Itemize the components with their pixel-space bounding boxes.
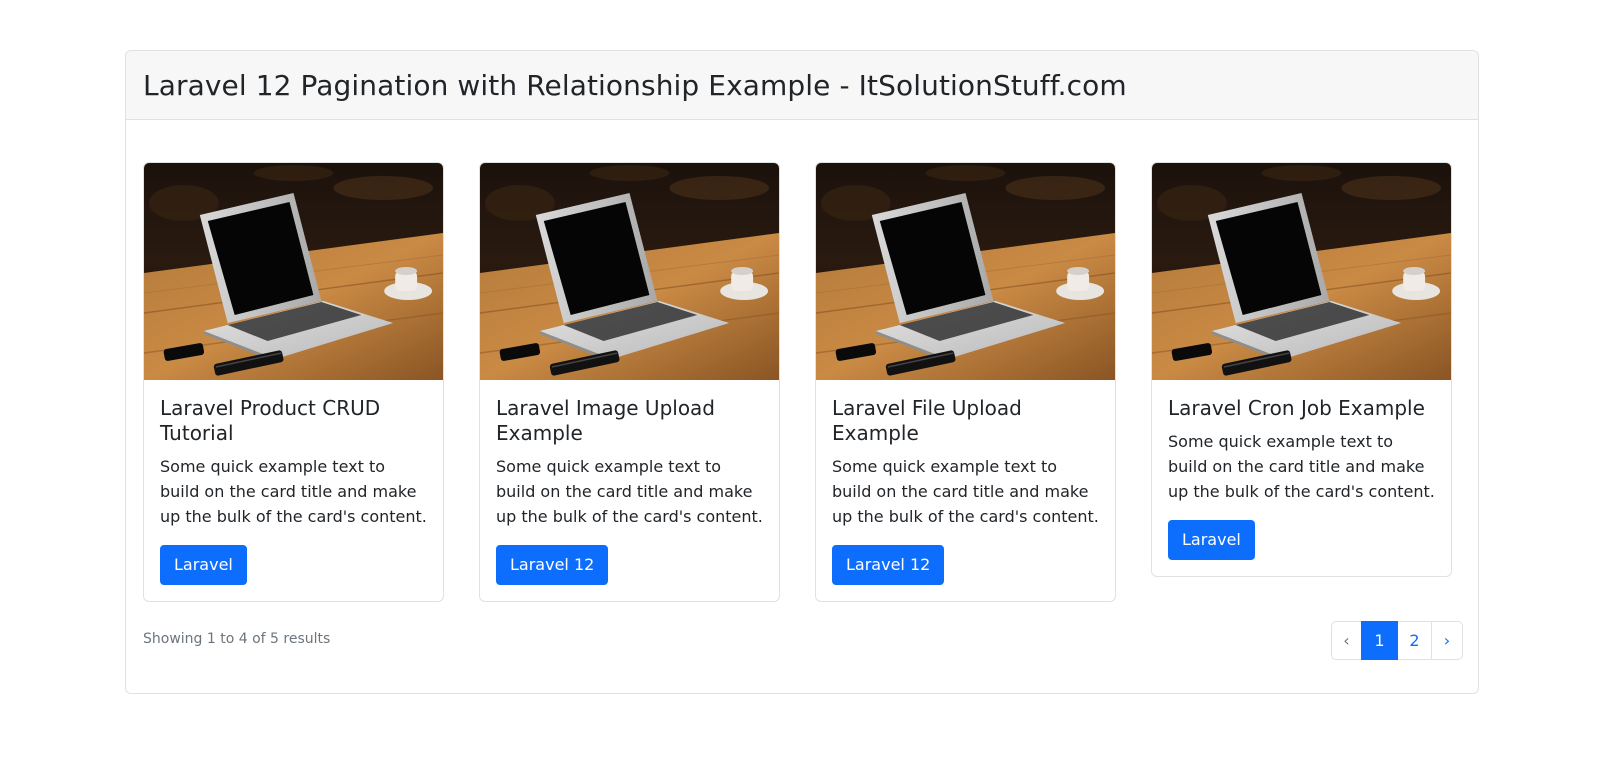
card-image (144, 163, 443, 380)
post-card: Laravel Cron Job Example Some quick exam… (1151, 162, 1452, 577)
page-2-button[interactable]: 2 (1397, 621, 1432, 660)
card-text: Some quick example text to build on the … (496, 457, 763, 526)
results-count: Showing 1 to 4 of 5 results (143, 631, 331, 647)
post-card: Laravel Product CRUD Tutorial Some quick… (143, 162, 444, 602)
card-body: Laravel File Upload Example Some quick e… (816, 380, 1115, 601)
post-card: Laravel Image Upload Example Some quick … (479, 162, 780, 602)
card-header: Laravel 12 Pagination with Relationship … (126, 51, 1478, 120)
category-button[interactable]: Laravel 12 (496, 545, 609, 585)
card-image (816, 163, 1115, 380)
card-title: Laravel Cron Job Example (1168, 396, 1425, 420)
card-text: Some quick example text to build on the … (160, 457, 427, 526)
post-card: Laravel File Upload Example Some quick e… (815, 162, 1116, 602)
card-body: Laravel Image Upload Example Some quick … (480, 380, 779, 601)
category-button[interactable]: Laravel 12 (832, 545, 945, 585)
category-button[interactable]: Laravel (160, 545, 247, 585)
next-page-button[interactable]: › (1431, 621, 1463, 660)
pagination: ‹ 1 2 › (1331, 621, 1463, 660)
card-text: Some quick example text to build on the … (1168, 432, 1435, 501)
card-image (1152, 163, 1451, 380)
page-title: Laravel 12 Pagination with Relationship … (143, 68, 1127, 102)
card-title: Laravel Image Upload Example (496, 396, 716, 445)
card-body: Laravel Product CRUD Tutorial Some quick… (144, 380, 443, 601)
prev-page-button[interactable]: ‹ (1331, 621, 1362, 660)
card-body: Laravel Cron Job Example Some quick exam… (1152, 380, 1451, 576)
page-1-button[interactable]: 1 (1361, 621, 1398, 660)
card-text: Some quick example text to build on the … (832, 457, 1099, 526)
card-title: Laravel File Upload Example (832, 396, 1022, 445)
category-button[interactable]: Laravel (1168, 520, 1255, 560)
card-title: Laravel Product CRUD Tutorial (160, 396, 381, 445)
card-image (480, 163, 779, 380)
